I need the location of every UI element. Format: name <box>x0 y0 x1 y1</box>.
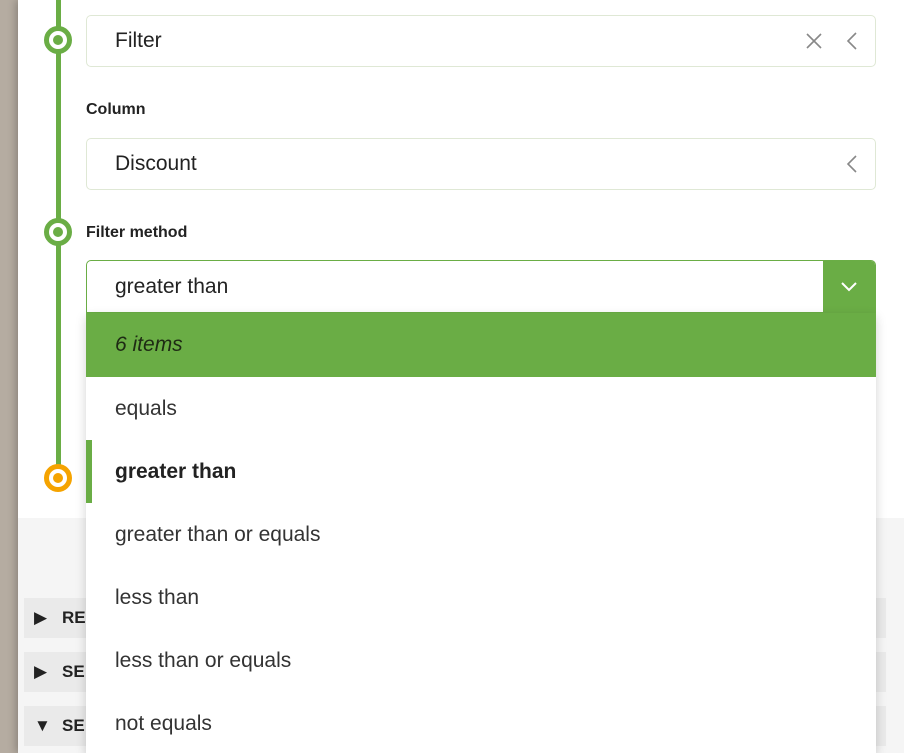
triangle-down-icon: ▼ <box>34 716 51 735</box>
step-node-pending <box>44 464 72 492</box>
step-node-filter <box>44 26 72 54</box>
filter-method-dropdown: 6 items equals greater than greater than… <box>86 313 876 753</box>
triangle-right-icon: ▶ <box>34 662 48 681</box>
column-label: Column <box>86 101 146 118</box>
option-label: equals <box>115 396 177 420</box>
filter-method-value: greater than <box>115 274 229 298</box>
chevron-left-icon[interactable] <box>837 154 867 174</box>
filter-step-value: Filter <box>115 29 162 52</box>
step-node-filter-method <box>44 218 72 246</box>
filter-method-label: Filter method <box>86 224 188 241</box>
option-not-equals[interactable]: not equals <box>86 692 876 753</box>
filter-panel: ▶ RE ▶ SE ▼ SE Filter Column Discount Fi… <box>18 0 904 753</box>
column-value: Discount <box>115 152 197 175</box>
option-label: not equals <box>115 711 212 735</box>
option-equals[interactable]: equals <box>86 377 876 440</box>
triangle-right-icon: ▶ <box>34 608 48 627</box>
option-label: greater than or equals <box>115 522 321 546</box>
accordion-label: SE <box>62 716 85 735</box>
filter-step-field[interactable]: Filter <box>86 15 876 67</box>
option-greater-than[interactable]: greater than <box>86 440 876 503</box>
close-icon[interactable] <box>799 31 829 51</box>
accordion-label: RE <box>62 608 86 627</box>
option-label: greater than <box>115 459 237 483</box>
option-greater-than-or-equals[interactable]: greater than or equals <box>86 503 876 566</box>
accordion-label: SE <box>62 662 85 681</box>
item-count: 6 items <box>115 333 183 356</box>
option-less-than-or-equals[interactable]: less than or equals <box>86 629 876 692</box>
chevron-left-icon[interactable] <box>837 31 867 51</box>
option-label: less than or equals <box>115 648 292 672</box>
option-less-than[interactable]: less than <box>86 566 876 629</box>
chevron-down-icon[interactable] <box>823 261 875 312</box>
dropdown-header: 6 items <box>86 313 876 377</box>
filter-method-select[interactable]: greater than <box>86 260 876 313</box>
column-select[interactable]: Discount <box>86 138 876 190</box>
option-label: less than <box>115 585 200 609</box>
